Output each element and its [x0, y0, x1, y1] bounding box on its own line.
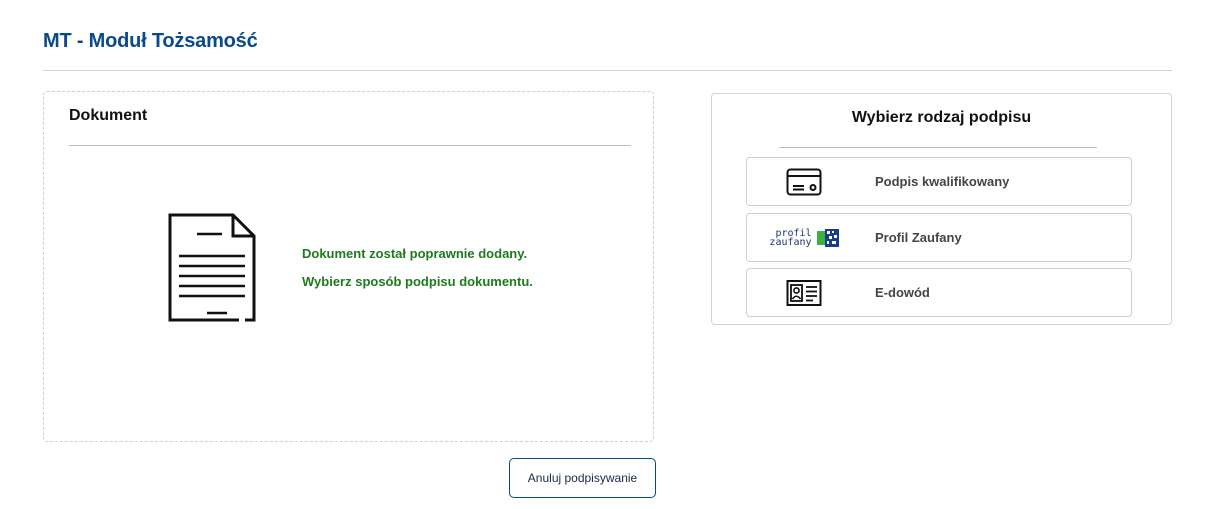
document-status-message: Dokument został poprawnie dodany. Wybier…: [302, 240, 533, 296]
title-divider: [43, 70, 1172, 71]
e-dowod-label: E-dowód: [875, 285, 930, 300]
cancel-signing-button[interactable]: Anuluj podpisywanie: [509, 458, 656, 498]
document-panel-title: Dokument: [69, 107, 148, 124]
page: MT - Moduł Tożsamość Dokument Dokument z…: [0, 0, 1215, 509]
id-card-icon: [761, 275, 847, 311]
page-title: MT - Moduł Tożsamość: [43, 30, 258, 52]
qualified-signature-label: Podpis kwalifikowany: [875, 174, 1010, 189]
e-dowod-option[interactable]: E-dowód: [746, 268, 1132, 317]
document-added-text: Dokument został poprawnie dodany.: [302, 246, 528, 261]
choose-signature-text: Wybierz sposób podpisu dokumentu.: [302, 274, 533, 289]
document-panel: Dokument Dokument został poprawnie dodan…: [43, 91, 654, 442]
profil-zaufany-logo: profil zaufany: [761, 220, 847, 256]
profil-zaufany-mark-icon: [816, 229, 839, 247]
qualified-signature-option[interactable]: Podpis kwalifikowany: [746, 157, 1132, 206]
profil-zaufany-option[interactable]: profil zaufany Profil Zaufany: [746, 213, 1132, 262]
profil-zaufany-label: Profil Zaufany: [875, 230, 962, 245]
signature-type-panel: Wybierz rodzaj podpisu Podpis kwalifikow…: [711, 93, 1172, 325]
card-reader-icon: [761, 164, 847, 200]
document-panel-divider: [69, 145, 631, 146]
document-icon: [168, 213, 256, 322]
profil-zaufany-logo-bottom-text: zaufany: [769, 237, 812, 248]
signature-panel-title: Wybierz rodzaj podpisu: [851, 109, 1032, 126]
signature-panel-divider: [779, 147, 1097, 148]
